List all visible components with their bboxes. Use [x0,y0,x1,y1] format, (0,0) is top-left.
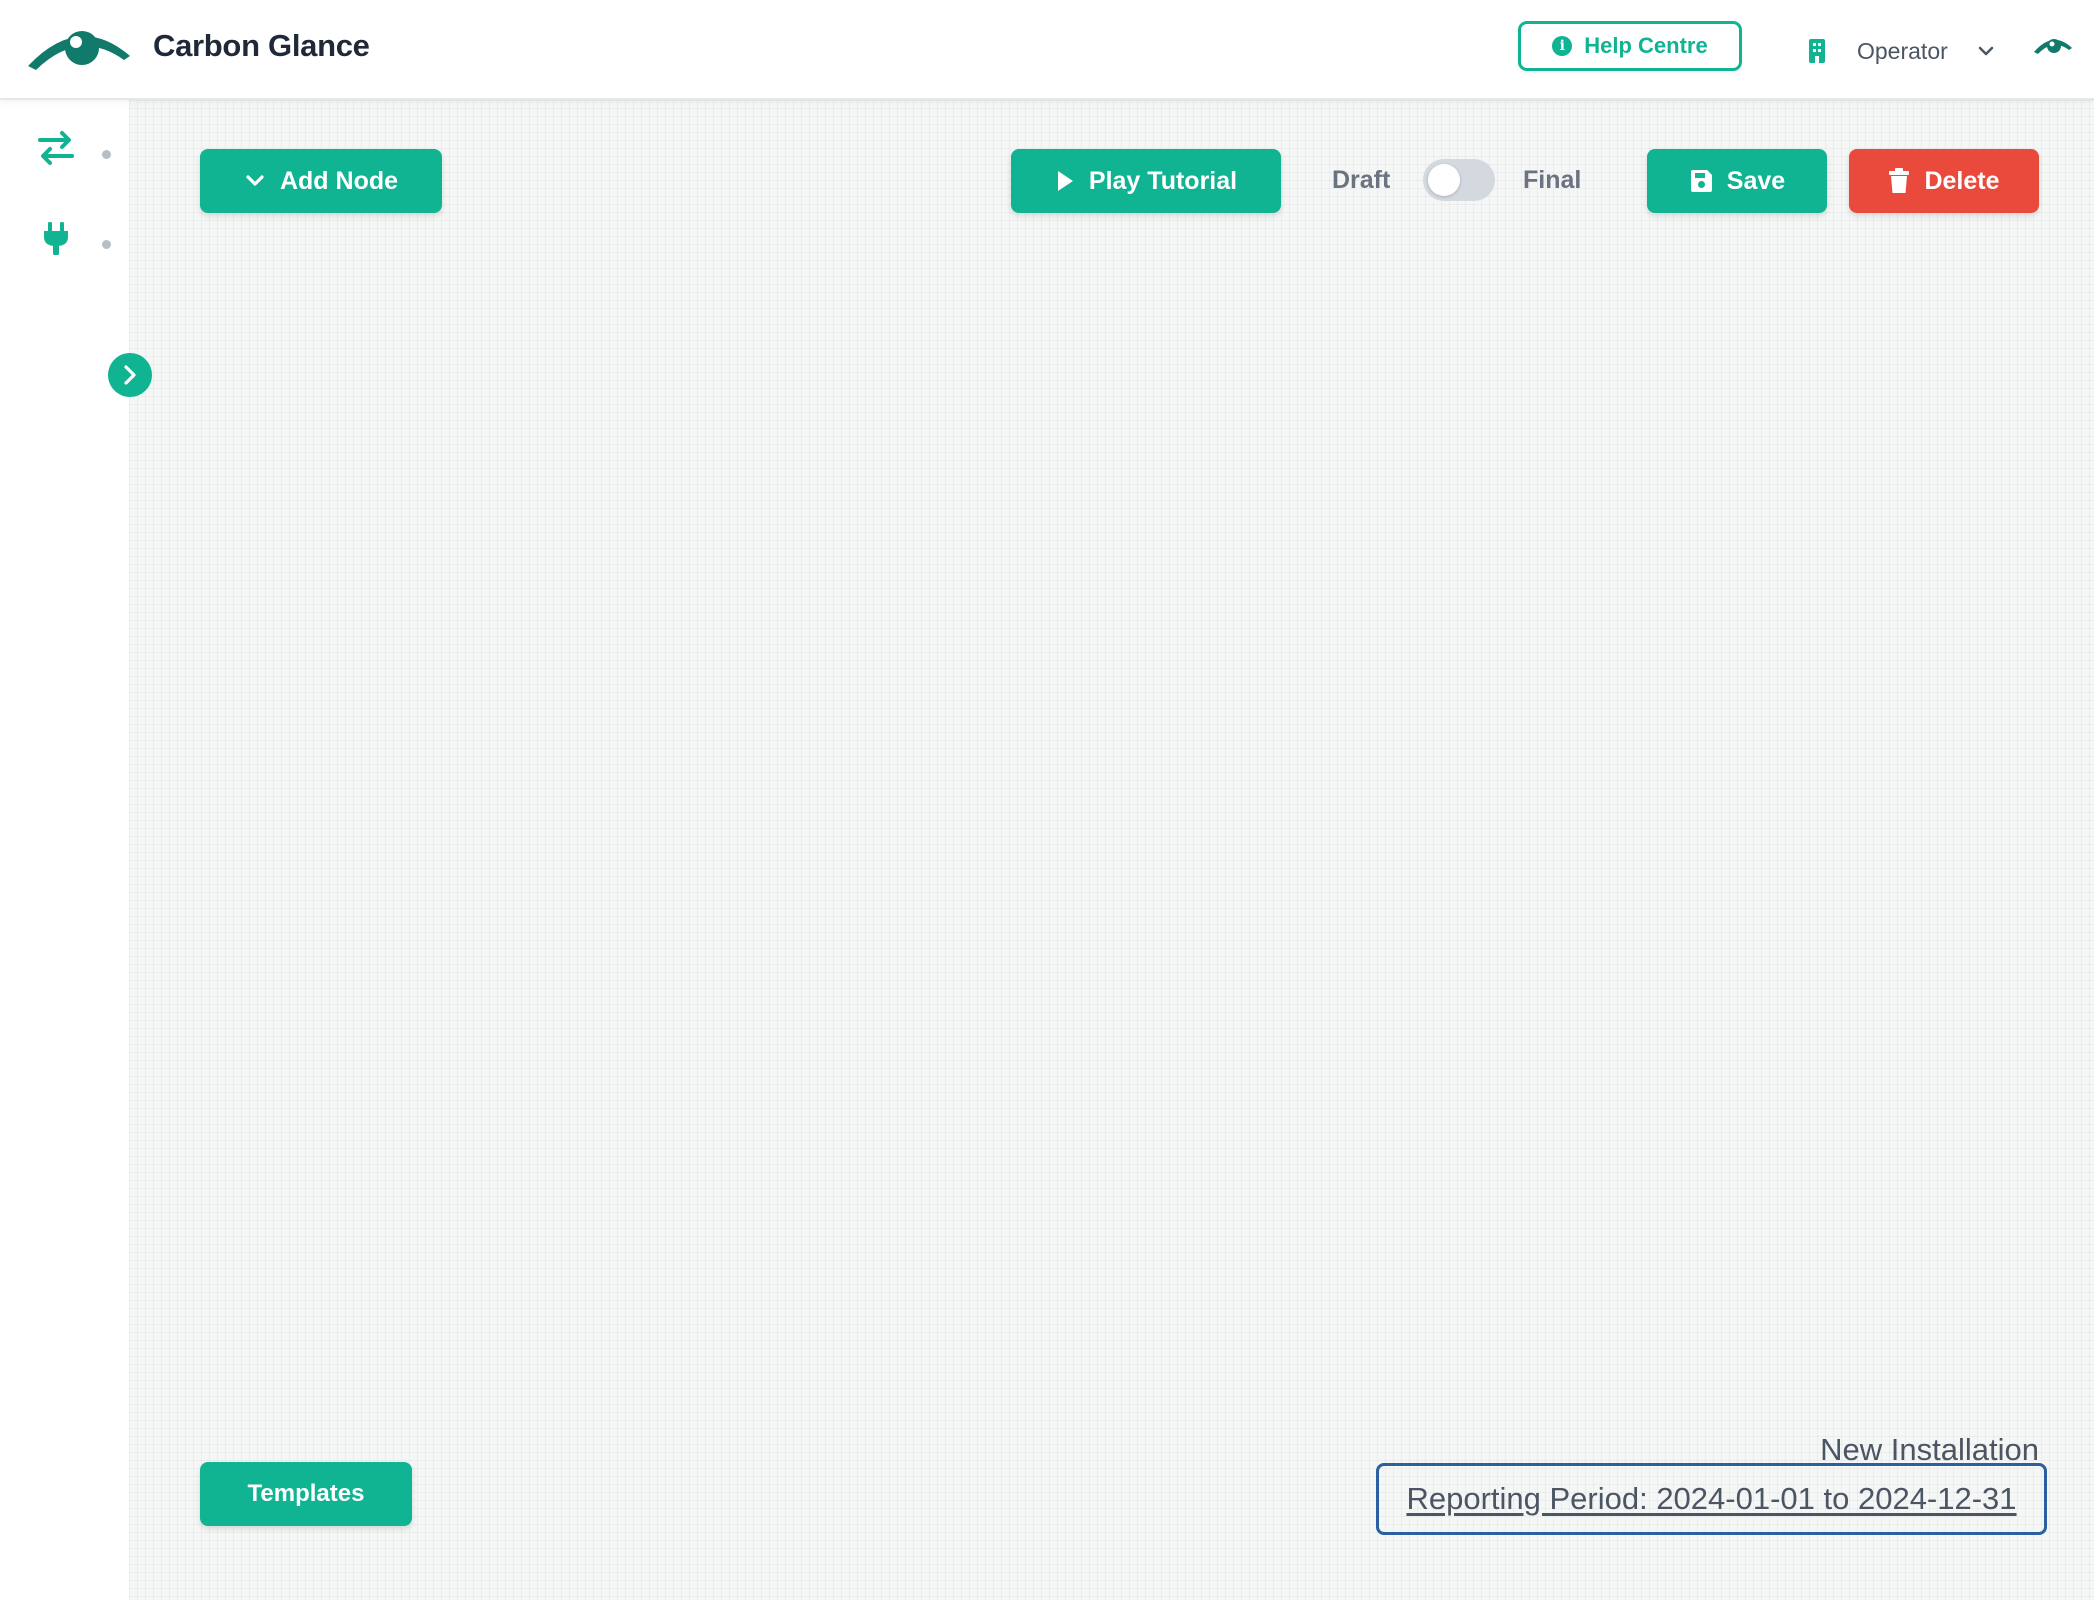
add-node-label: Add Node [279,166,399,195]
left-sidebar [0,100,129,1600]
workflow-canvas[interactable]: Add Node Play Tutorial Draft Final Save … [129,100,2094,1600]
plug-icon[interactable] [36,218,76,258]
save-label: Save [1726,166,1786,195]
trash-icon [1889,168,1910,193]
add-node-button[interactable]: Add Node [200,149,442,213]
chevron-down-icon [246,175,264,186]
building-icon [1809,39,1825,63]
sidebar-status-dot [102,150,111,159]
help-centre-button[interactable]: i Help Centre [1518,21,1742,71]
eye-logo-icon [28,31,130,70]
floppy-disk-icon [1690,170,1712,192]
final-label: Final [1523,166,1582,194]
save-button[interactable]: Save [1647,149,1827,213]
chevron-right-icon [124,365,136,385]
expand-sidebar-button[interactable] [108,353,152,397]
arrows-exchange-icon[interactable] [36,128,76,168]
draft-label: Draft [1332,166,1391,194]
delete-button[interactable]: Delete [1849,149,2039,213]
eye-icon[interactable] [2032,34,2074,58]
play-icon [1057,171,1073,191]
top-header: Carbon Glance i Help Centre Operator [0,0,2094,100]
help-centre-label: Help Centre [1584,33,1708,58]
app-title: Carbon Glance [153,28,370,63]
role-selector[interactable]: Operator [1857,38,1948,65]
reporting-period-link[interactable]: Reporting Period: 2024-01-01 to 2024-12-… [1376,1463,2047,1535]
delete-label: Delete [1924,166,2000,195]
toggle-knob [1428,164,1460,196]
chevron-down-icon[interactable] [1977,44,1995,58]
draft-final-toggle[interactable] [1423,159,1495,201]
play-tutorial-label: Play Tutorial [1088,166,1238,195]
info-icon: i [1552,36,1573,56]
sidebar-status-dot [102,240,111,249]
play-tutorial-button[interactable]: Play Tutorial [1011,149,1281,213]
templates-button[interactable]: Templates [200,1462,412,1526]
